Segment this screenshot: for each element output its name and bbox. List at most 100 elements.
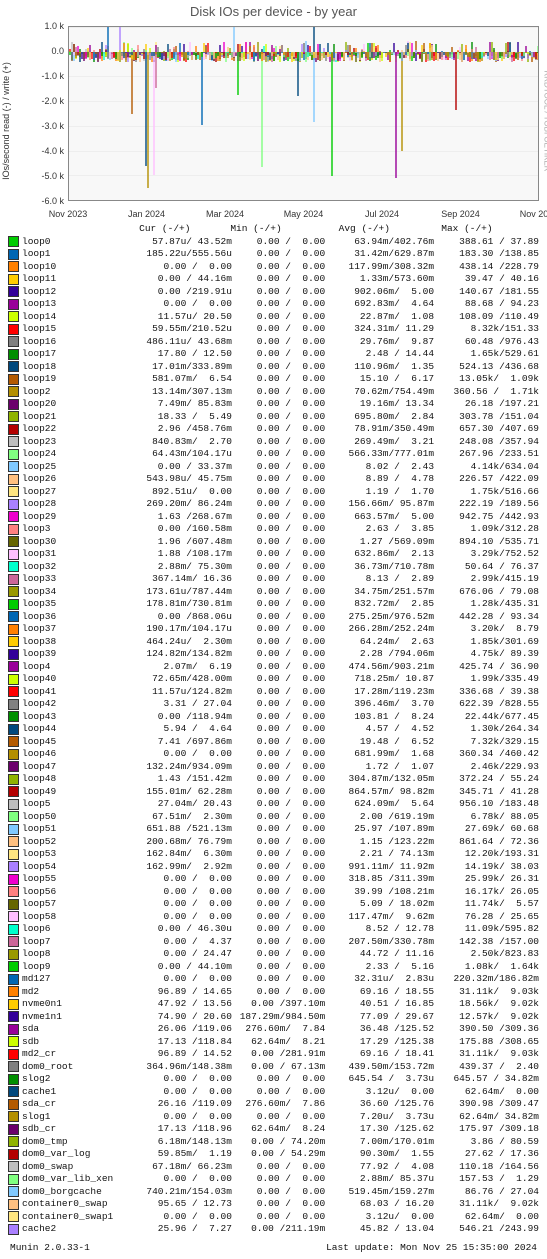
series-name: dom0_root (22, 1061, 127, 1074)
color-swatch (8, 936, 19, 947)
series-name: loop1 (22, 248, 127, 261)
min-value: 0.00 / 0.00 (232, 398, 325, 411)
series-name: loop36 (22, 611, 127, 624)
x-tick: May 2024 (284, 209, 324, 219)
series-name: nvme0n1 (22, 998, 127, 1011)
cur-value: 0.00 / 33.37m (127, 461, 232, 474)
min-value: 0.00 / 0.00 (232, 373, 325, 386)
legend-row: loop37190.17m/104.17u0.00 / 0.00266.28m/… (8, 623, 539, 636)
cur-value: 0.00 / 0.00 (127, 1111, 232, 1124)
color-swatch (8, 1199, 19, 1210)
max-value: 303.78 /151.04 (434, 411, 539, 424)
max-value: 345.71 / 41.28 (434, 786, 539, 799)
min-value: 0.00 / 0.00 (232, 886, 325, 899)
avg-value: 22.87m/ 1.08 (325, 311, 434, 324)
min-value: 0.00 / 0.00 (232, 748, 325, 761)
cur-value: 0.00 / 44.10m (127, 961, 232, 974)
series-name: container0_swap (22, 1198, 127, 1211)
series-name: loop27 (22, 486, 127, 499)
min-value: 0.00 / 0.00 (232, 611, 325, 624)
color-swatch (8, 1174, 19, 1185)
min-value: 0.00 / 0.00 (232, 811, 325, 824)
max-value: 25.99k/ 26.31 (434, 873, 539, 886)
min-value: 0.00 /211.19m (232, 1223, 325, 1236)
color-swatch (8, 249, 19, 260)
min-value: 0.00 / 0.00 (232, 1198, 325, 1211)
avg-value: 17.29 /125.38 (325, 1036, 434, 1049)
series-name: md127 (22, 973, 127, 986)
legend-row: loop460.00 / 0.000.00 / 0.00681.99m/ 1.6… (8, 748, 539, 761)
avg-value: 474.56m/903.21m (325, 661, 434, 674)
max-value: 140.67 /181.55 (434, 286, 539, 299)
min-value: 0.00 / 0.00 (232, 473, 325, 486)
min-value: 0.00 / 0.00 (232, 898, 325, 911)
legend-row: loop580.00 / 0.000.00 / 0.00117.47m/ 9.6… (8, 911, 539, 924)
color-swatch (8, 449, 19, 460)
cur-value: 17.80 / 12.50 (127, 348, 232, 361)
series-name: loop58 (22, 911, 127, 924)
cur-value: 72.65m/428.00m (127, 673, 232, 686)
cur-value: 185.22u/555.56u (127, 248, 232, 261)
footer-updated: Last update: Mon Nov 25 15:35:00 2024 (326, 1242, 537, 1253)
min-value: 0.00 / 0.00 (232, 1173, 325, 1186)
color-swatch (8, 736, 19, 747)
min-value: 0.00 / 0.00 (232, 1161, 325, 1174)
x-tick: Sep 2024 (441, 209, 480, 219)
cur-value: 0.00 / 0.00 (127, 973, 232, 986)
legend-row: loop38464.24u/ 2.30m0.00 / 0.0064.24m/ 2… (8, 636, 539, 649)
avg-value: 45.82 / 13.04 (325, 1223, 434, 1236)
color-swatch (8, 574, 19, 585)
legend-row: loop34173.61u/787.44m0.00 / 0.0034.75m/2… (8, 586, 539, 599)
series-name: nvme1n1 (22, 1011, 127, 1024)
cur-value: 74.90 / 20.60 (127, 1011, 232, 1024)
max-value: 13.05k/ 1.09k (434, 373, 539, 386)
min-value: 0.00 / 0.00 (232, 648, 325, 661)
y-tick: 0.0 (34, 46, 64, 56)
y-tick: -3.0 k (34, 121, 64, 131)
color-swatch (8, 624, 19, 635)
min-value: 0.00 / 67.13m (232, 1061, 325, 1074)
min-value: 0.00 / 0.00 (232, 936, 325, 949)
legend-row: loop445.94 / 4.640.00 / 0.004.57 / 4.521… (8, 723, 539, 736)
min-value: 0.00 / 0.00 (232, 686, 325, 699)
series-name: loop0 (22, 236, 127, 249)
color-swatch (8, 1086, 19, 1097)
max-value: 226.57 /422.09 (434, 473, 539, 486)
legend-row: loop16486.11u/ 43.68m0.00 / 0.0029.76m/ … (8, 336, 539, 349)
avg-value: 34.75m/251.57m (325, 586, 434, 599)
max-value: 388.61 / 37.89 (434, 236, 539, 249)
max-value: 26.18 /197.21 (434, 398, 539, 411)
avg-value: 19.16m/ 13.34 (325, 398, 434, 411)
legend-row: sda_cr26.16 /119.09276.60m/ 7.8636.60 /1… (8, 1098, 539, 1111)
color-swatch (8, 386, 19, 397)
legend: Cur (-/+) Min (-/+) Avg (-/+) Max (-/+) … (0, 221, 547, 1240)
min-value: 0.00 / 0.00 (232, 948, 325, 961)
color-swatch (8, 824, 19, 835)
series-name: loop57 (22, 898, 127, 911)
min-value: 0.00 / 0.00 (232, 723, 325, 736)
legend-row: md1270.00 / 0.000.00 / 0.0032.31u/ 2.83u… (8, 973, 539, 986)
y-tick: -1.0 k (34, 71, 64, 81)
cur-value: 892.51u/ 0.00 (127, 486, 232, 499)
series-name: loop39 (22, 648, 127, 661)
avg-value: 8.02 / 2.43 (325, 461, 434, 474)
color-swatch (8, 361, 19, 372)
series-name: loop12 (22, 286, 127, 299)
cur-value: 1.96 /607.48m (127, 536, 232, 549)
legend-row: dom0_var_lib_xen0.00 / 0.000.00 / 0.002.… (8, 1173, 539, 1186)
max-value: 524.13 /436.68 (434, 361, 539, 374)
color-swatch (8, 724, 19, 735)
color-swatch (8, 799, 19, 810)
avg-value: 77.09 / 29.67 (325, 1011, 434, 1024)
color-swatch (8, 786, 19, 797)
series-name: loop29 (22, 511, 127, 524)
cur-value: 59.55m/210.52u (127, 323, 232, 336)
cur-value: 367.14m/ 16.36 (127, 573, 232, 586)
max-value: 11.09k/595.82 (434, 923, 539, 936)
min-value: 0.00 /397.10m (232, 998, 325, 1011)
avg-value: 36.60 /125.76 (325, 1098, 434, 1111)
color-swatch (8, 1061, 19, 1072)
avg-value: 90.30m/ 1.55 (325, 1148, 434, 1161)
avg-value: 25.97 /107.89m (325, 823, 434, 836)
legend-row: loop1717.80 / 12.500.00 / 0.002.48 / 14.… (8, 348, 539, 361)
